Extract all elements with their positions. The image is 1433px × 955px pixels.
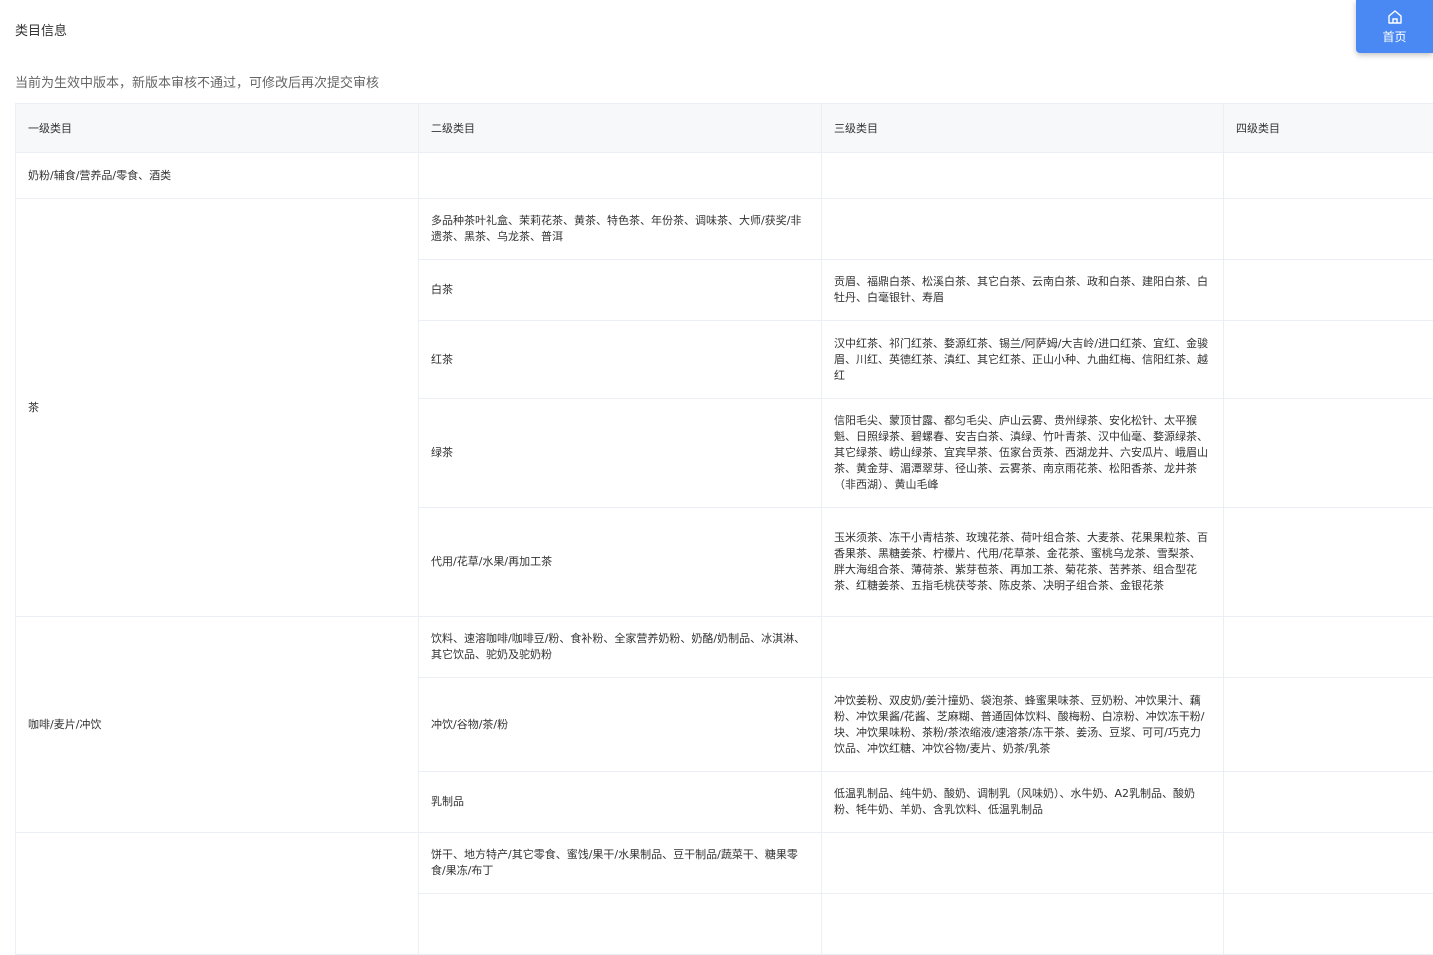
level4-cell bbox=[1224, 894, 1433, 955]
home-icon bbox=[1387, 9, 1403, 25]
level3-cell bbox=[822, 894, 1224, 955]
home-button-label: 首页 bbox=[1382, 28, 1406, 45]
level2-cell: 饼干、地方特产/其它零食、蜜饯/果干/水果制品、豆干制品/蔬菜干、糖果零食/果冻… bbox=[419, 833, 822, 894]
category-table: 一级类目 二级类目 三级类目 四级类目 奶粉/辅食/营养品/零食、酒类 茶 多品… bbox=[15, 103, 1433, 955]
level2-cell: 饮料、速溶咖啡/咖啡豆/粉、食补粉、全家营养奶粉、奶酪/奶制品、冰淇淋、其它饮品… bbox=[419, 617, 822, 678]
header-level3: 三级类目 bbox=[822, 104, 1224, 153]
table-row: 奶粉/辅食/营养品/零食、酒类 bbox=[16, 153, 1433, 199]
level4-cell bbox=[1224, 772, 1433, 833]
level2-cell: 冲饮/谷物/茶/粉 bbox=[419, 678, 822, 772]
level2-cell: 白茶 bbox=[419, 260, 822, 321]
section-title: 类目信息 bbox=[15, 20, 67, 39]
level4-cell bbox=[1224, 833, 1433, 894]
review-notice: 当前为生效中版本，新版本审核不通过，可修改后再次提交审核 bbox=[15, 72, 379, 91]
level2-cell: 代用/花草/水果/再加工茶 bbox=[419, 508, 822, 617]
level3-cell bbox=[822, 199, 1224, 260]
header-level2: 二级类目 bbox=[419, 104, 822, 153]
level3-cell: 玉米须茶、冻干小青桔茶、玫瑰花茶、荷叶组合茶、大麦茶、花果果粒茶、百香果茶、黑糖… bbox=[822, 508, 1224, 617]
level4-cell bbox=[1224, 399, 1433, 508]
level2-cell bbox=[419, 153, 822, 199]
level4-cell bbox=[1224, 260, 1433, 321]
level4-cell bbox=[1224, 153, 1433, 199]
level4-cell bbox=[1224, 321, 1433, 399]
level3-cell: 贡眉、福鼎白茶、松溪白茶、其它白茶、云南白茶、政和白茶、建阳白茶、白牡丹、白毫银… bbox=[822, 260, 1224, 321]
level3-cell bbox=[822, 617, 1224, 678]
level2-cell bbox=[419, 894, 822, 955]
home-button[interactable]: 首页 bbox=[1356, 0, 1433, 53]
table-header-row: 一级类目 二级类目 三级类目 四级类目 bbox=[16, 104, 1433, 153]
level1-cell: 奶粉/辅食/营养品/零食、酒类 bbox=[16, 153, 419, 199]
level2-cell: 多品种茶叶礼盒、茉莉花茶、黄茶、特色茶、年份茶、调味茶、大师/获奖/非遗茶、黑茶… bbox=[419, 199, 822, 260]
level3-cell: 冲饮姜粉、双皮奶/姜汁撞奶、袋泡茶、蜂蜜果味茶、豆奶粉、冲饮果汁、藕粉、冲饮果酱… bbox=[822, 678, 1224, 772]
level3-cell bbox=[822, 153, 1224, 199]
level2-cell: 红茶 bbox=[419, 321, 822, 399]
level4-cell bbox=[1224, 508, 1433, 617]
level4-cell bbox=[1224, 617, 1433, 678]
table-row: 饼干、地方特产/其它零食、蜜饯/果干/水果制品、豆干制品/蔬菜干、糖果零食/果冻… bbox=[16, 833, 1433, 894]
level1-cell: 咖啡/麦片/冲饮 bbox=[16, 617, 419, 833]
header-level4: 四级类目 bbox=[1224, 104, 1433, 153]
table-row: 咖啡/麦片/冲饮 饮料、速溶咖啡/咖啡豆/粉、食补粉、全家营养奶粉、奶酪/奶制品… bbox=[16, 617, 1433, 678]
table-row: 茶 多品种茶叶礼盒、茉莉花茶、黄茶、特色茶、年份茶、调味茶、大师/获奖/非遗茶、… bbox=[16, 199, 1433, 260]
header-level1: 一级类目 bbox=[16, 104, 419, 153]
level3-cell bbox=[822, 833, 1224, 894]
level2-cell: 乳制品 bbox=[419, 772, 822, 833]
level4-cell bbox=[1224, 678, 1433, 772]
level3-cell: 汉中红茶、祁门红茶、婺源红茶、锡兰/阿萨姆/大吉岭/进口红茶、宜红、金骏眉、川红… bbox=[822, 321, 1224, 399]
level3-cell: 信阳毛尖、蒙顶甘露、都匀毛尖、庐山云雾、贵州绿茶、安化松针、太平猴魁、日照绿茶、… bbox=[822, 399, 1224, 508]
level1-cell bbox=[16, 833, 419, 955]
level1-cell: 茶 bbox=[16, 199, 419, 617]
level2-cell: 绿茶 bbox=[419, 399, 822, 508]
level4-cell bbox=[1224, 199, 1433, 260]
level3-cell: 低温乳制品、纯牛奶、酸奶、调制乳（风味奶）、水牛奶、A2乳制品、酸奶粉、牦牛奶、… bbox=[822, 772, 1224, 833]
